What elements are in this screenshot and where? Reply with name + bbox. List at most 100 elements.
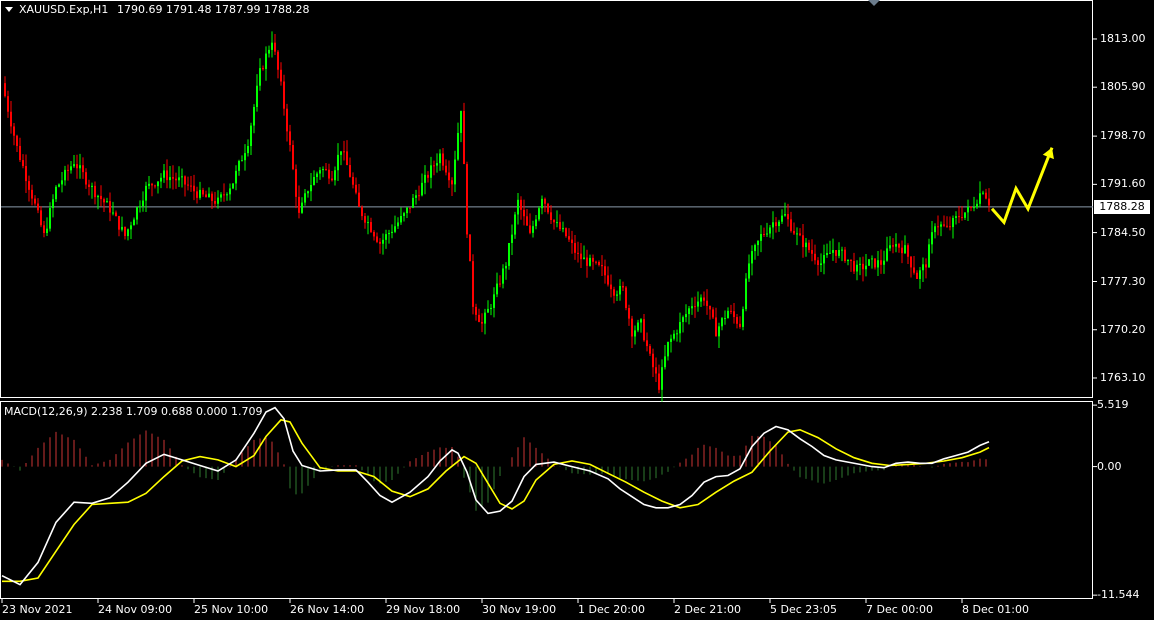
candle-body: [208, 193, 210, 198]
candle-body: [859, 263, 861, 265]
candle-body: [10, 111, 12, 127]
candle-body: [745, 278, 747, 310]
candle-body: [706, 300, 708, 306]
candle-body: [871, 258, 873, 260]
candle-body: [691, 306, 693, 309]
candle-body: [181, 176, 183, 178]
candle-body: [445, 165, 447, 173]
candle-body: [61, 180, 63, 185]
candle-body: [424, 174, 426, 183]
candle-body: [850, 259, 852, 262]
candle-body: [649, 346, 651, 354]
candle-body: [82, 165, 84, 173]
candle-body: [556, 222, 558, 224]
candle-body: [355, 184, 357, 193]
candle-body: [394, 226, 396, 232]
chart-shift-marker-icon[interactable]: [868, 0, 880, 6]
candle-body: [529, 225, 531, 233]
candle-body: [520, 199, 522, 210]
candle-body: [217, 197, 219, 204]
candle-body: [565, 228, 567, 237]
symbol-timeframe: XAUUSD.Exp,H1: [19, 3, 109, 16]
price-tick-label: 1777.30: [1100, 274, 1146, 288]
time-tick-label: 7 Dec 00:00: [866, 603, 933, 616]
candle-body: [616, 294, 618, 296]
candle-body: [544, 198, 546, 204]
candle-body: [868, 259, 870, 266]
candle-body: [574, 243, 576, 253]
candle-body: [946, 225, 948, 227]
candle-body: [979, 193, 981, 204]
candle-body: [370, 222, 372, 232]
candle-body: [154, 185, 156, 187]
candle-body: [376, 236, 378, 242]
candle-body: [796, 233, 798, 235]
candle-body: [304, 193, 306, 203]
chart-menu-icon[interactable]: [5, 7, 13, 12]
candle-body: [403, 213, 405, 216]
candle-body: [436, 163, 438, 166]
candle-body: [214, 200, 216, 204]
candle-body: [130, 225, 132, 230]
candle-body: [679, 322, 681, 334]
candle-body: [610, 284, 612, 290]
macd-tick-label: 5.519: [1097, 398, 1129, 412]
candle-body: [595, 261, 597, 263]
candle-body: [625, 287, 627, 309]
candle-body: [388, 232, 390, 235]
candle-body: [280, 69, 282, 82]
time-tick-label: 1 Dec 20:00: [578, 603, 645, 616]
candle-body: [523, 209, 525, 217]
candle-body: [505, 265, 507, 269]
candle-body: [586, 257, 588, 266]
candle-body: [802, 235, 804, 248]
time-tick-label: 29 Nov 18:00: [386, 603, 461, 616]
candle-body: [688, 308, 690, 315]
candle-body: [247, 145, 249, 154]
price-tick-label: 1763.10: [1100, 370, 1146, 384]
price-tick-label: 1770.20: [1100, 322, 1146, 336]
candle-body: [673, 333, 675, 339]
candle-body: [52, 199, 54, 209]
candle-body: [682, 317, 684, 323]
candle-body: [391, 231, 393, 233]
macd-tick-label: -11.544: [1097, 588, 1140, 602]
candle-body: [952, 217, 954, 228]
candle-body: [976, 203, 978, 208]
candle-body: [721, 318, 723, 327]
candle-body: [628, 308, 630, 319]
candle-body: [64, 169, 66, 181]
candle-body: [676, 333, 678, 335]
candle-body: [655, 367, 657, 374]
candle-body: [727, 310, 729, 319]
candle-body: [262, 68, 264, 70]
candle-body: [886, 248, 888, 261]
candle-body: [166, 170, 168, 181]
candle-body: [652, 353, 654, 368]
candle-body: [382, 239, 384, 244]
candle-body: [373, 231, 375, 237]
candle-body: [358, 192, 360, 207]
candle-body: [820, 263, 822, 266]
candle-body: [301, 202, 303, 213]
candle-body: [817, 260, 819, 266]
candle-body: [163, 170, 165, 178]
candle-body: [22, 160, 24, 167]
candle-body: [25, 166, 27, 182]
chart-canvas[interactable]: [0, 0, 1154, 620]
candle-body: [757, 240, 759, 246]
candle-body: [907, 245, 909, 257]
candle-body: [961, 217, 963, 219]
macd-signal-line: [2, 418, 990, 583]
trading-chart[interactable]: XAUUSD.Exp,H1 1790.69 1791.48 1787.99 17…: [0, 0, 1154, 620]
macd-pane-frame: [0, 401, 1093, 599]
candle-body: [31, 189, 33, 199]
candle-body: [730, 310, 732, 312]
candle-body: [598, 262, 600, 265]
candle-body: [292, 145, 294, 170]
time-tick-label: 23 Nov 2021: [2, 603, 73, 616]
candle-body: [898, 243, 900, 248]
candle-body: [967, 206, 969, 213]
candle-body: [922, 264, 924, 271]
candle-body: [847, 259, 849, 262]
